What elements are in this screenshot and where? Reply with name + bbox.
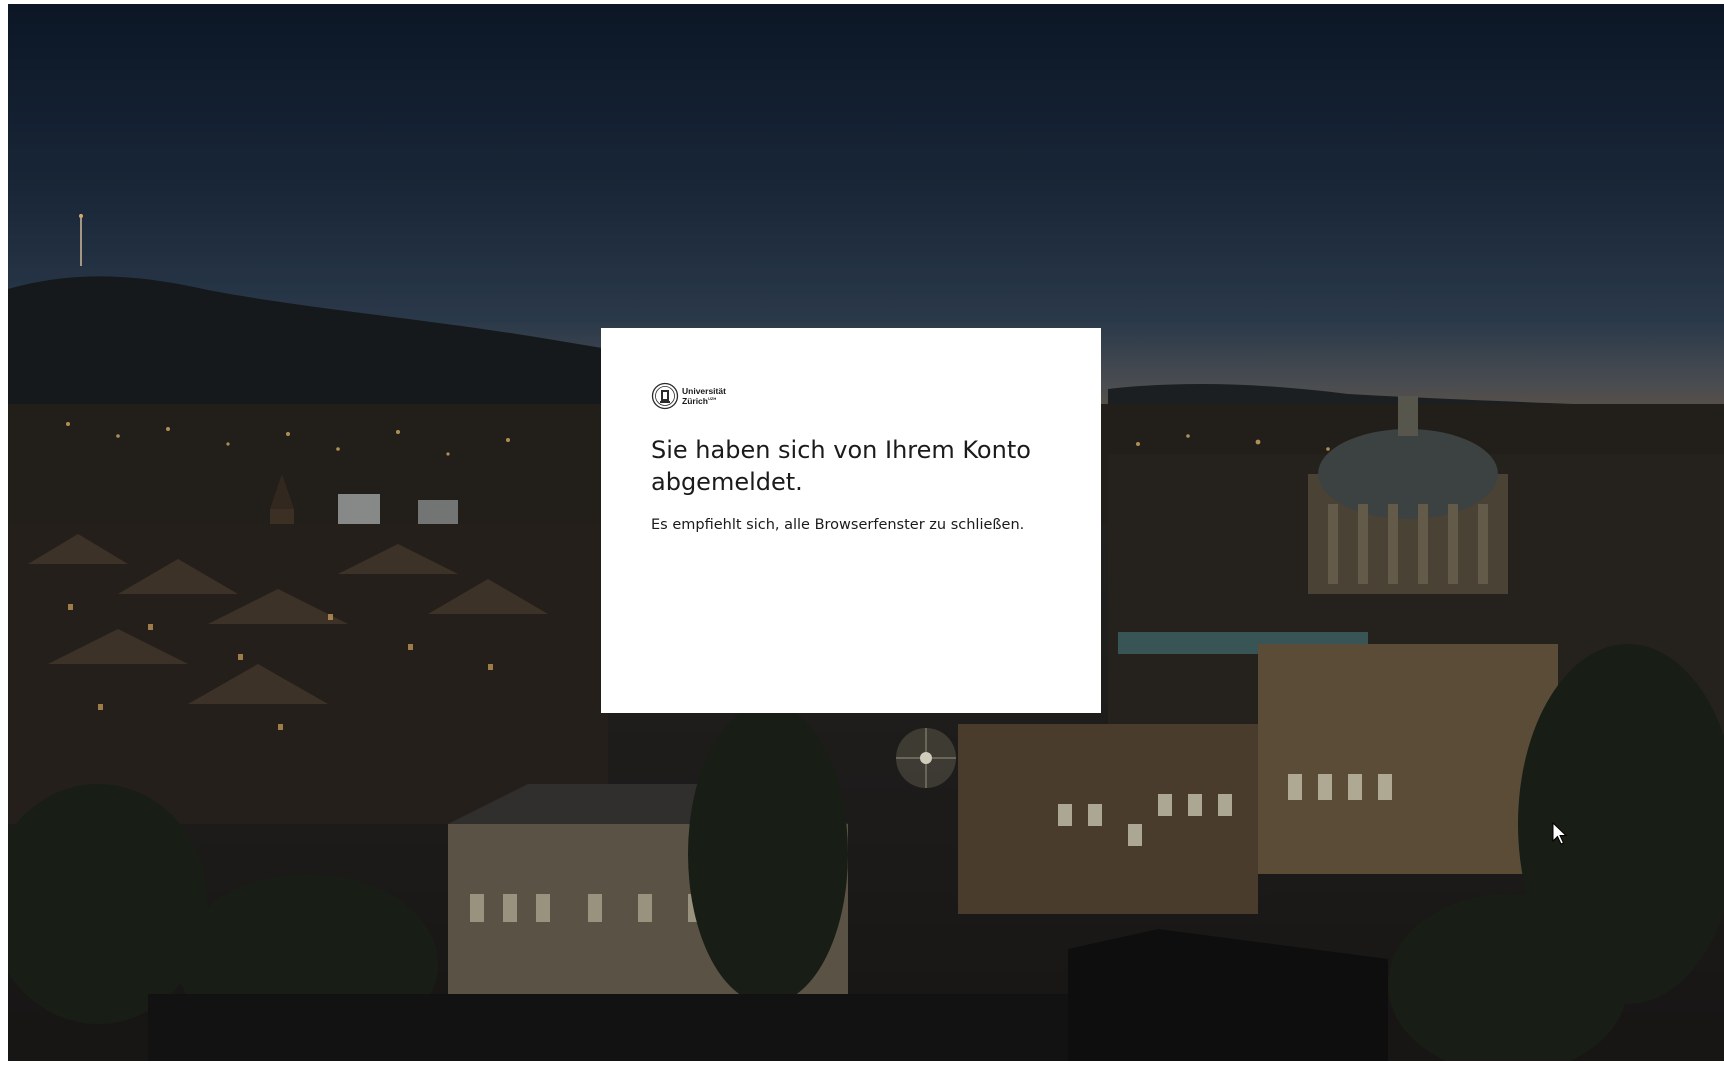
signed-out-dialog: Universität ZürichUZH Sie haben sich von…: [601, 328, 1101, 713]
university-logo: Universität ZürichUZH: [651, 380, 1053, 412]
mouse-pointer-icon: [1552, 822, 1568, 845]
logo-line-2-name: Zürich: [682, 396, 708, 406]
logo-uzh-mark: UZH: [707, 396, 717, 402]
close-browser-message: Es empfiehlt sich, alle Browserfenster z…: [651, 517, 1025, 533]
university-seal-icon: [651, 382, 679, 410]
logo-line-1: Universität: [682, 386, 726, 396]
university-wordmark: Universität ZürichUZH: [682, 386, 726, 406]
logo-line-2: ZürichUZH: [682, 396, 726, 406]
signed-out-title: Sie haben sich von Ihrem Konto abgemelde…: [651, 436, 1031, 496]
